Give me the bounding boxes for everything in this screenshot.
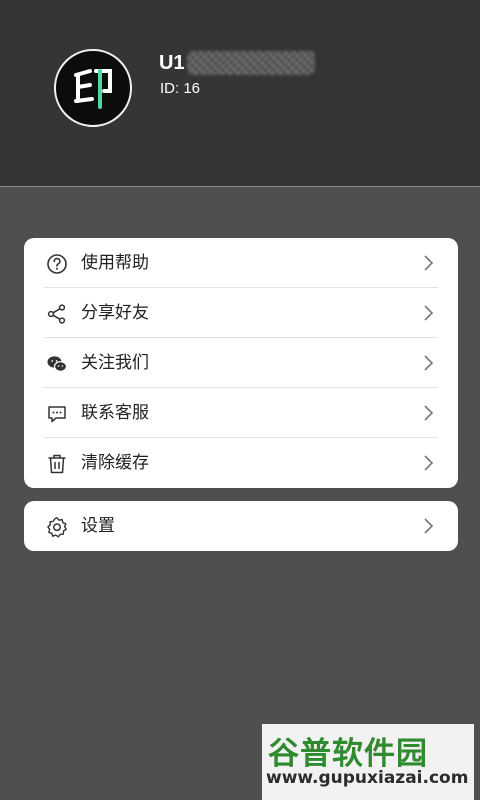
username-redacted (186, 51, 315, 75)
watermark-title: 谷普软件园 (268, 736, 428, 772)
chevron-right-icon (422, 354, 434, 372)
menu-item-label: 联系客服 (81, 403, 149, 423)
user-id: ID: 16 (160, 80, 201, 97)
menu-item-customer-service[interactable]: 联系客服 (24, 388, 458, 438)
username-row: U1 (159, 50, 315, 76)
menu-item-label: 关注我们 (81, 353, 149, 373)
chevron-right-icon (422, 517, 434, 535)
trash-icon (46, 453, 68, 475)
menu-item-settings[interactable]: 设置 (24, 501, 458, 551)
menu-item-help[interactable]: 使用帮助 (24, 238, 458, 288)
help-circle-icon (46, 253, 68, 275)
menu-card-main: 使用帮助 分享好友 关注我们 联系客服 清除缓存 (24, 238, 458, 488)
menu-card-settings: 设置 (24, 501, 458, 551)
share-icon (46, 303, 68, 325)
profile-header: U1 ID: 16 (0, 0, 480, 187)
menu-item-label: 清除缓存 (81, 453, 149, 473)
chevron-right-icon (422, 454, 434, 472)
avatar[interactable] (54, 49, 132, 127)
chevron-right-icon (422, 254, 434, 272)
chat-bubble-icon (46, 403, 68, 425)
username: U1 (159, 51, 185, 74)
menu-item-label: 设置 (81, 516, 115, 536)
menu-item-label: 分享好友 (81, 303, 149, 323)
site-watermark: 谷普软件园 www.gupuxiazai.com (262, 724, 474, 800)
gear-icon (46, 516, 68, 538)
app-logo-icon (74, 69, 112, 109)
watermark-url: www.gupuxiazai.com (266, 768, 469, 788)
chevron-right-icon (422, 304, 434, 322)
chevron-right-icon (422, 404, 434, 422)
menu-item-label: 使用帮助 (81, 253, 149, 273)
menu-item-follow-us[interactable]: 关注我们 (24, 338, 458, 388)
menu-item-share[interactable]: 分享好友 (24, 288, 458, 338)
wechat-icon (46, 353, 68, 375)
menu-item-clear-cache[interactable]: 清除缓存 (24, 438, 458, 488)
